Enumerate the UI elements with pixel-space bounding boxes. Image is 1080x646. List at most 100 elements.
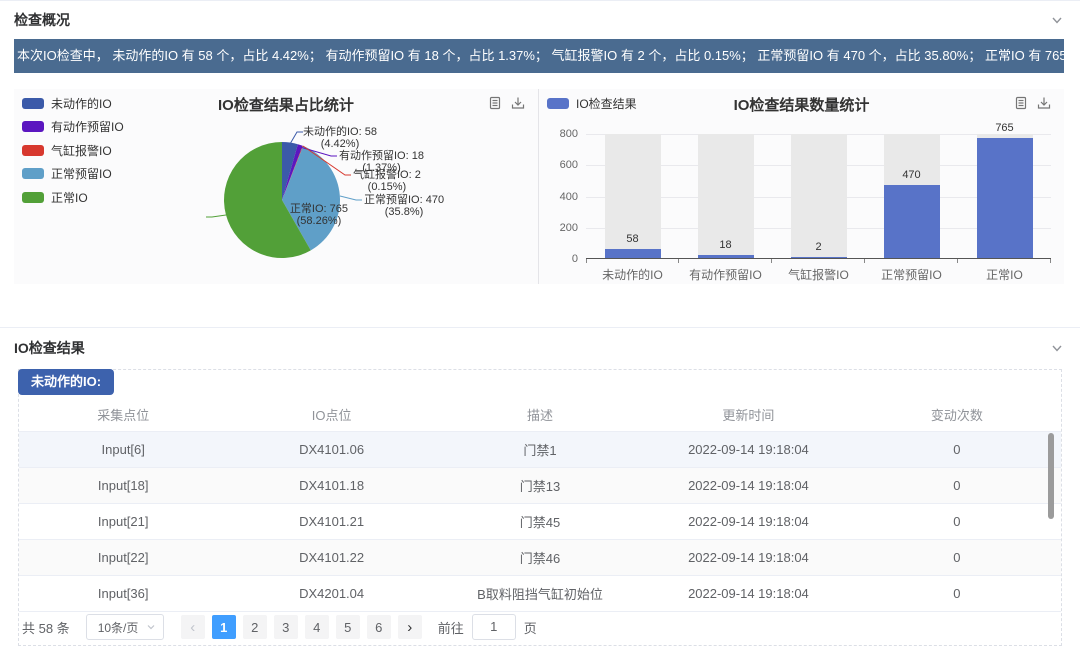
- bar-band-2: 18有动作预留IO: [679, 134, 772, 258]
- x-axis-tick: [864, 259, 865, 263]
- table-header-row: 采集点位IO点位描述更新时间变动次数: [19, 398, 1061, 432]
- pie-label-1: 未动作的IO: 58(4.42%): [303, 126, 377, 150]
- x-axis-label: 气缸报警IO: [772, 266, 865, 283]
- page-button-4[interactable]: 4: [305, 615, 329, 639]
- table-cell: Input[36]: [19, 586, 227, 601]
- table-cell: DX4101.22: [227, 550, 435, 565]
- bar-chart-panel: IO检查结果 IO检查结果数量统计 020040060080058未动作的IO1…: [538, 89, 1064, 284]
- table-cell: 门禁46: [436, 548, 644, 567]
- bar-legend: IO检查结果: [547, 97, 637, 121]
- section-divider: [0, 327, 1080, 328]
- x-axis-tick: [678, 259, 679, 263]
- page-button-3[interactable]: 3: [274, 615, 298, 639]
- pie-label-percent: (58.26%): [290, 215, 348, 227]
- page-button-2[interactable]: 2: [243, 615, 267, 639]
- table-row[interactable]: Input[22]DX4101.22门禁462022-09-14 19:18:0…: [19, 540, 1061, 576]
- legend-swatch: [547, 98, 569, 109]
- prev-page-button[interactable]: ‹: [181, 615, 205, 639]
- next-page-button[interactable]: ›: [398, 615, 422, 639]
- total-count: 共 58 条: [22, 618, 70, 637]
- y-axis-label: 600: [542, 159, 578, 171]
- pie-label-line: [290, 132, 303, 144]
- table-cell: Input[18]: [19, 478, 227, 493]
- pie-label-line: [340, 196, 362, 200]
- bar-plot: 020040060080058未动作的IO18有动作预留IO2气缸报警IO470…: [586, 134, 1051, 259]
- bar-value-label: 58: [586, 233, 679, 245]
- goto-label: 前往: [438, 618, 464, 637]
- summary-banner: 本次IO检查中， 未动作的IO 有 58 个，占比 4.42%； 有动作预留IO…: [14, 39, 1064, 73]
- table-header-cell[interactable]: 更新时间: [644, 405, 852, 424]
- chevron-down-icon[interactable]: [1050, 13, 1064, 27]
- x-axis-tick: [1050, 259, 1051, 263]
- table-row[interactable]: Input[18]DX4101.18门禁132022-09-14 19:18:0…: [19, 468, 1061, 504]
- page-button-6[interactable]: 6: [367, 615, 391, 639]
- x-axis-label: 未动作的IO: [586, 266, 679, 283]
- bar-1[interactable]: [605, 249, 661, 258]
- bar-bands: 58未动作的IO18有动作预留IO2气缸报警IO470正常预留IO765正常IO: [586, 134, 1051, 258]
- pie-label-text: 气缸报警IO: 2: [353, 169, 421, 181]
- page-button-1[interactable]: 1: [212, 615, 236, 639]
- pie-label-percent: (35.8%): [364, 206, 444, 218]
- pie-label-3: 气缸报警IO: 2(0.15%): [353, 169, 421, 193]
- overview-collapse-header[interactable]: 检查概况: [14, 1, 1064, 38]
- bar-toolbox: [1014, 96, 1051, 110]
- bar-3[interactable]: [791, 257, 847, 258]
- table-cell: 2022-09-14 19:18:04: [644, 550, 852, 565]
- table-scrollbar[interactable]: [1048, 433, 1054, 519]
- page-size-select[interactable]: 10条/页: [86, 614, 164, 640]
- overview-title: 检查概况: [14, 10, 70, 30]
- pie-label-4: 正常预留IO: 470(35.8%): [364, 194, 444, 218]
- data-view-icon[interactable]: [1014, 96, 1028, 110]
- table-cell: DX4101.21: [227, 514, 435, 529]
- x-axis-tick: [957, 259, 958, 263]
- table-header-cell[interactable]: 变动次数: [853, 405, 1061, 424]
- legend-label: IO检查结果: [576, 95, 637, 112]
- y-axis-label: 0: [542, 253, 578, 265]
- bar-band-3: 2气缸报警IO: [772, 134, 865, 258]
- table-row[interactable]: Input[21]DX4101.21门禁452022-09-14 19:18:0…: [19, 504, 1061, 540]
- pie-label-line: [206, 215, 226, 217]
- y-axis-label: 800: [542, 128, 578, 140]
- results-table: 采集点位IO点位描述更新时间变动次数Input[6]DX4101.06门禁120…: [19, 398, 1061, 612]
- pie-label-percent: (0.15%): [353, 181, 421, 193]
- table-cell: Input[21]: [19, 514, 227, 529]
- bar-5[interactable]: [977, 138, 1033, 258]
- pie-label-percent: (4.42%): [303, 138, 377, 150]
- pie-chart-panel: 未动作的IO有动作预留IO气缸报警IO正常预留IO正常IO IO检查结果占比统计…: [14, 89, 538, 284]
- table-header-cell[interactable]: 描述: [436, 405, 644, 424]
- table-cell: 2022-09-14 19:18:04: [644, 586, 852, 601]
- legend-item-series[interactable]: IO检查结果: [547, 97, 637, 109]
- table-cell: DX4101.18: [227, 478, 435, 493]
- pie-label-5: 正常IO: 765(58.26%): [290, 203, 348, 227]
- table-cell: DX4201.04: [227, 586, 435, 601]
- io-inspection-dashboard: 检查概况 本次IO检查中， 未动作的IO 有 58 个，占比 4.42%； 有动…: [0, 0, 1080, 646]
- table-header-cell[interactable]: 采集点位: [19, 405, 227, 424]
- inactive-io-badge[interactable]: 未动作的IO:: [18, 369, 114, 395]
- table-cell: 2022-09-14 19:18:04: [644, 442, 852, 457]
- download-icon[interactable]: [1037, 96, 1051, 110]
- chevron-down-icon[interactable]: [1050, 341, 1064, 355]
- page-suffix: 页: [524, 618, 537, 637]
- table-cell: 门禁45: [436, 512, 644, 531]
- table-cell: B取料阻挡气缸初始位: [436, 584, 644, 603]
- bar-band-1: 58未动作的IO: [586, 134, 679, 258]
- bar-value-label: 2: [772, 241, 865, 253]
- x-axis-tick: [771, 259, 772, 263]
- x-axis-label: 有动作预留IO: [679, 266, 772, 283]
- pie-label-text: 正常IO: 765: [290, 203, 348, 215]
- table-cell: Input[22]: [19, 550, 227, 565]
- bar-4[interactable]: [884, 185, 940, 258]
- bar-band-5: 765正常IO: [958, 134, 1051, 258]
- page-button-5[interactable]: 5: [336, 615, 360, 639]
- bar-band-4: 470正常预留IO: [865, 134, 958, 258]
- results-container: 未动作的IO: 采集点位IO点位描述更新时间变动次数Input[6]DX4101…: [18, 369, 1062, 646]
- table-row[interactable]: Input[36]DX4201.04B取料阻挡气缸初始位2022-09-14 1…: [19, 576, 1061, 612]
- results-title: IO检查结果: [14, 338, 85, 358]
- table-row[interactable]: Input[6]DX4101.06门禁12022-09-14 19:18:040: [19, 432, 1061, 468]
- table-cell: 0: [853, 586, 1061, 601]
- bar-2[interactable]: [698, 255, 754, 258]
- results-collapse-header[interactable]: IO检查结果: [14, 331, 1064, 364]
- goto-page-input[interactable]: 1: [472, 614, 516, 640]
- table-cell: 0: [853, 442, 1061, 457]
- table-header-cell[interactable]: IO点位: [227, 405, 435, 424]
